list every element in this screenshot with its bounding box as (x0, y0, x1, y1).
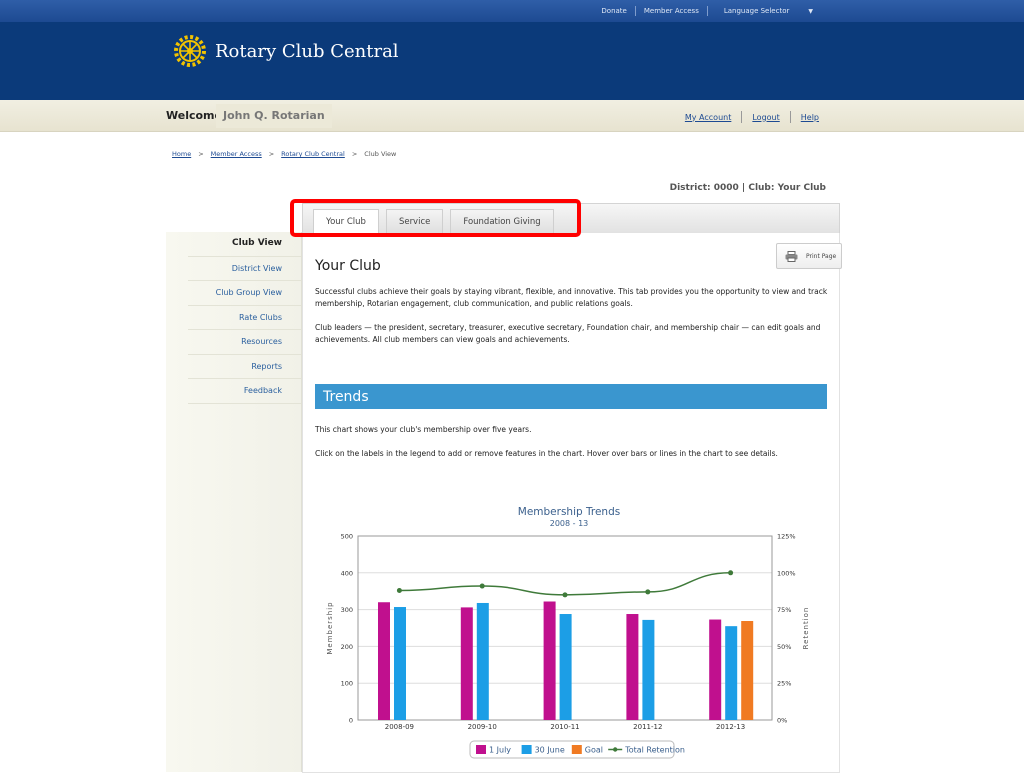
y-tick-label: 0 (349, 717, 353, 725)
membership-trends-chart: Membership Trends2008 - 13 0 100 200 300 400 5… (326, 506, 810, 759)
legend-swatch (521, 745, 532, 754)
leaders-paragraph: Club leaders — the president, secretary,… (315, 323, 821, 344)
print-page-button[interactable]: Print Page (776, 243, 842, 269)
welcome-bar: Welcome John Q. Rotarian My Account Logo… (0, 100, 1024, 132)
bar-1-july (378, 602, 390, 720)
retention-line (399, 572, 731, 596)
legend-label: Total Retention (624, 746, 685, 755)
account-links: My Account Logout Help (675, 111, 829, 123)
legend-label: 1 July (489, 746, 511, 755)
sidebar-item-resources[interactable]: Resources (188, 330, 301, 355)
y-tick-label: 500 (341, 533, 353, 541)
x-tick-label: 2011-12 (633, 723, 662, 731)
y-tick-label: 200 (341, 643, 353, 651)
legend-label: Goal (585, 746, 603, 755)
trends-heading: Trends (315, 384, 827, 409)
language-selector[interactable]: Language Selector ▼ (708, 7, 829, 15)
x-tick-label: 2009-10 (468, 723, 497, 731)
breadcrumb-member-access[interactable]: Member Access (211, 150, 262, 158)
sidebar-item-district-view[interactable]: District View (188, 257, 301, 281)
page-title: Your Club (315, 258, 381, 274)
bar-1-july (626, 614, 639, 720)
bar-goal (741, 621, 754, 720)
bar-1-july (460, 607, 473, 720)
breadcrumb-home[interactable]: Home (172, 150, 191, 158)
legend-swatch (476, 745, 486, 754)
bar-30-june (394, 607, 406, 720)
retention-point (728, 570, 734, 576)
sidebar-item-feedback[interactable]: Feedback (188, 379, 301, 404)
y-tick-label: 300 (341, 606, 353, 614)
utility-links: Donate Member Access Language Selector ▼ (593, 0, 829, 22)
breadcrumb-club-central[interactable]: Rotary Club Central (281, 150, 345, 158)
brand-logo[interactable]: Rotary Club Central (173, 34, 399, 68)
legend-marker (613, 747, 618, 752)
tab-highlight-box (290, 199, 581, 237)
caret-down-icon: ▼ (808, 8, 813, 15)
breadcrumb-separator: > (268, 150, 275, 158)
y2-axis-label: Retention (802, 607, 810, 650)
y-axis-label: Membership (326, 601, 334, 654)
district-club-label: District: 0000 | Club: Your Club (669, 183, 826, 193)
chart-instructions: Click on the labels in the legend to add… (315, 449, 778, 458)
retention-point (396, 587, 402, 593)
bar-30-june (476, 602, 489, 720)
bar-1-july (709, 619, 722, 720)
brand-name: Rotary Club Central (215, 40, 399, 62)
welcome-label: Welcome (166, 109, 222, 122)
chart-subtitle: 2008 - 13 (550, 519, 589, 528)
chart-description: This chart shows your club's membership … (315, 425, 532, 434)
sidebar: Club View District View Club Group View … (166, 232, 302, 772)
breadcrumb-current: Club View (364, 150, 397, 158)
x-tick-label: 2010-11 (550, 723, 579, 731)
breadcrumb-separator: > (198, 150, 204, 158)
user-name: John Q. Rotarian (216, 104, 332, 128)
y-tick-label: 400 (341, 569, 353, 577)
utility-bar: Donate Member Access Language Selector ▼ (0, 0, 1024, 22)
intro-paragraph: Successful clubs achieve their goals by … (315, 287, 828, 308)
y-tick-label: 100 (341, 680, 353, 688)
sidebar-item-reports[interactable]: Reports (188, 355, 301, 379)
rotary-wheel-icon (174, 35, 206, 67)
y2-tick-label: 50% (777, 643, 791, 651)
sidebar-item-rate-clubs[interactable]: Rate Clubs (188, 306, 301, 330)
y2-tick-label: 75% (777, 606, 791, 614)
donate-link[interactable]: Donate (593, 7, 634, 15)
y2-tick-label: 25% (777, 680, 791, 688)
bar-30-june (642, 619, 655, 720)
bar-30-june (725, 626, 738, 720)
member-access-link[interactable]: Member Access (636, 7, 707, 15)
my-account-link[interactable]: My Account (675, 113, 741, 122)
legend-swatch (571, 745, 582, 754)
retention-point (562, 592, 568, 598)
x-tick-label: 2008-09 (385, 723, 414, 731)
sidebar-item-club-group-view[interactable]: Club Group View (188, 281, 301, 306)
bar-1-july (543, 601, 556, 720)
breadcrumb-separator: > (351, 150, 358, 158)
help-link[interactable]: Help (791, 113, 829, 122)
site-header: Rotary Club Central (0, 22, 1024, 100)
retention-point (479, 583, 485, 589)
legend-label: 30 June (535, 746, 565, 755)
y2-tick-label: 125% (777, 533, 796, 541)
retention-point (645, 589, 651, 595)
print-page-label: Print Page (806, 252, 837, 260)
sidebar-item-club-view[interactable]: Club View (188, 232, 301, 257)
breadcrumb: Home > Member Access > Rotary Club Centr… (172, 150, 396, 158)
language-selector-label: Language Selector (723, 7, 790, 15)
printer-icon (785, 250, 798, 262)
x-tick-label: 2012-13 (716, 723, 745, 731)
y2-tick-label: 0% (777, 717, 787, 725)
chart-title: Membership Trends (518, 506, 620, 518)
bar-30-june (559, 614, 572, 720)
logout-link[interactable]: Logout (742, 113, 789, 122)
y2-tick-label: 100% (777, 569, 796, 577)
